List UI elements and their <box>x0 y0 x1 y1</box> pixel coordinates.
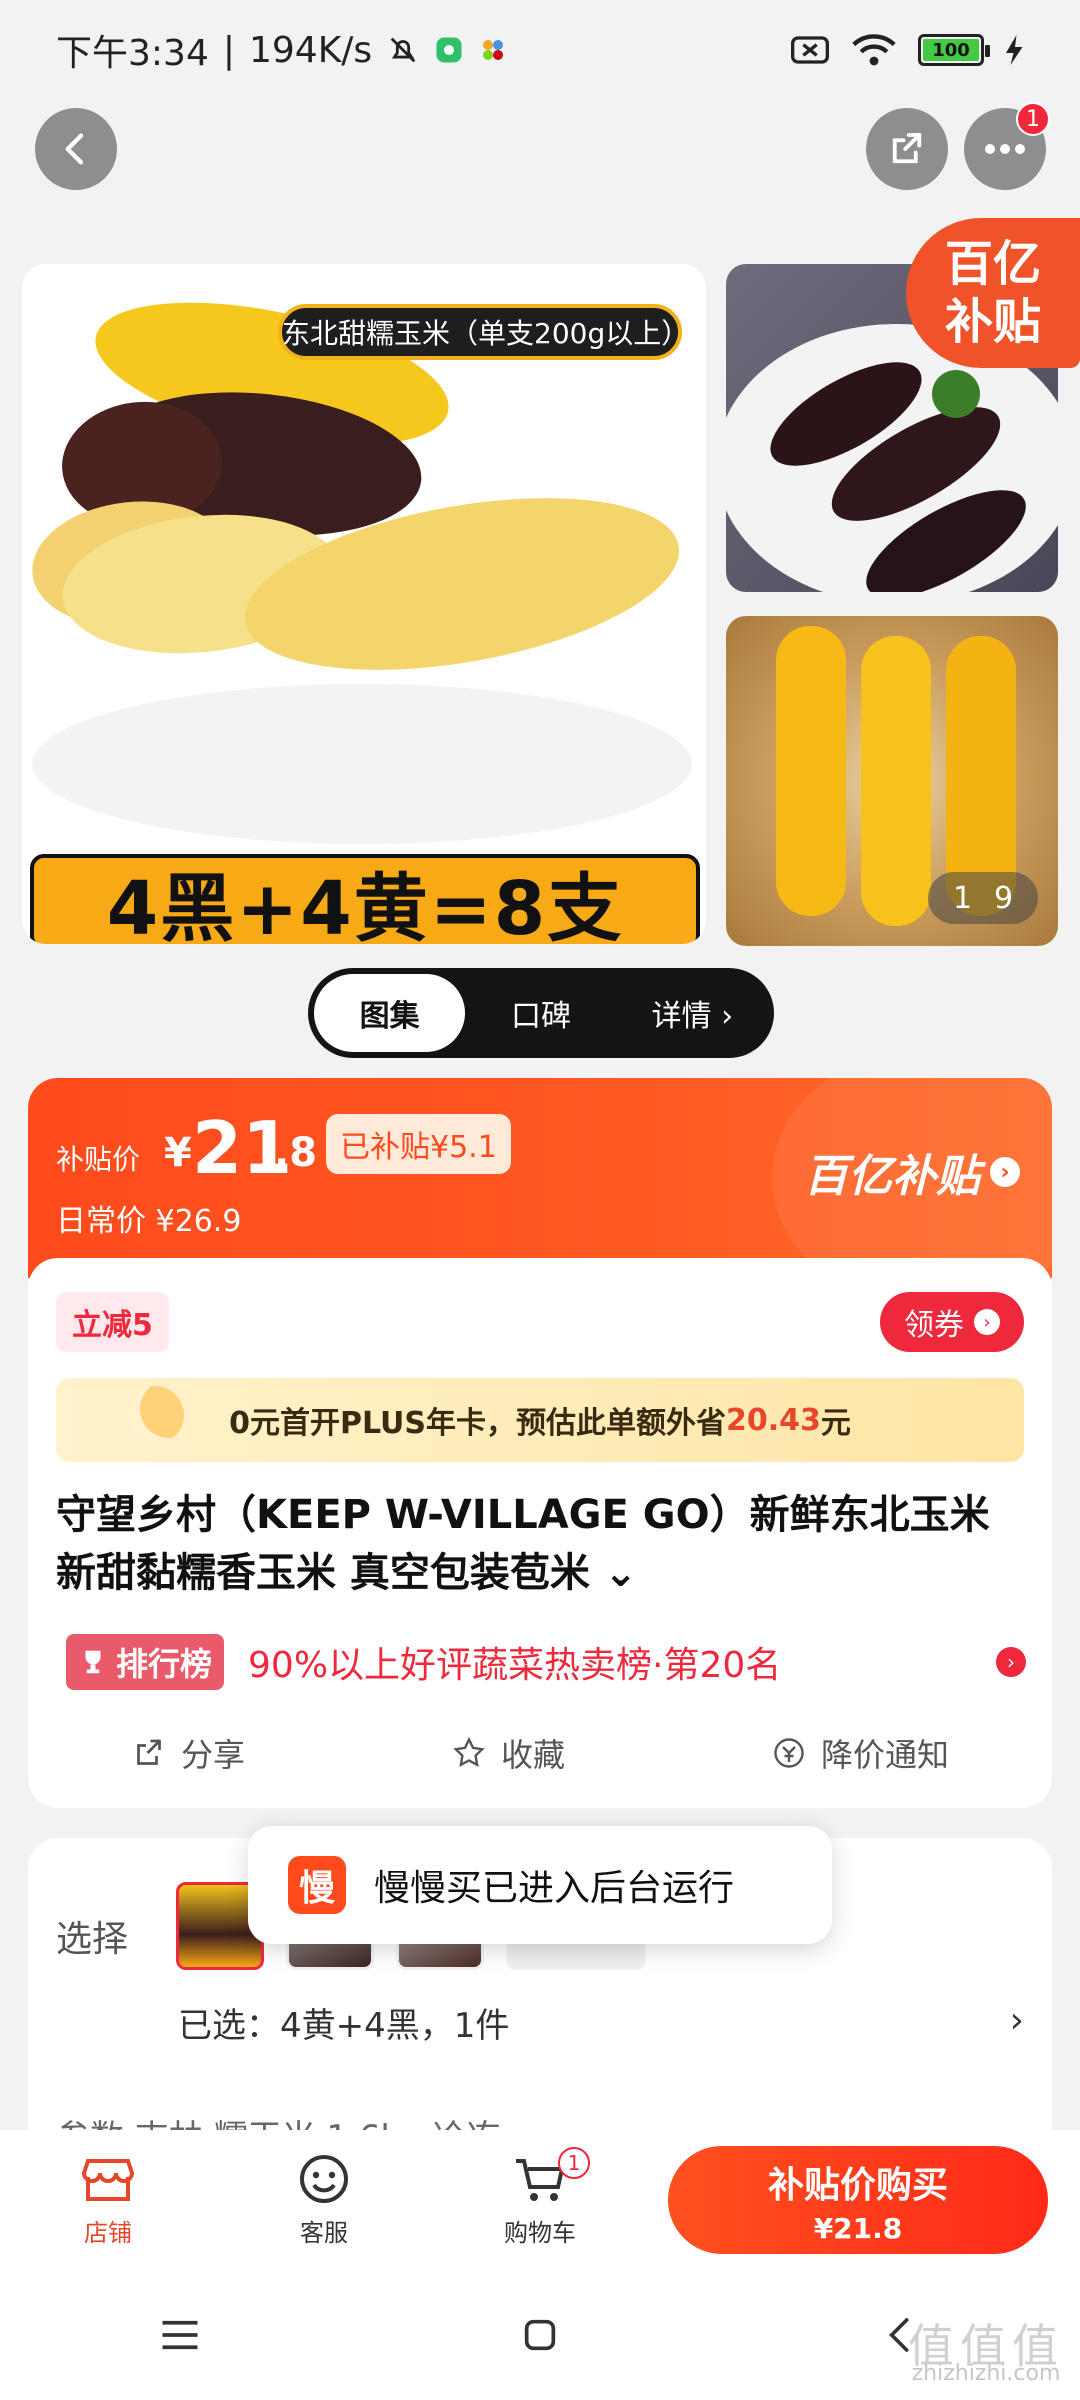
buy-price: ¥21.8 <box>813 2211 903 2245</box>
app-notification-icon <box>434 35 464 65</box>
charging-bolt-icon <box>1006 35 1024 65</box>
plus-banner-prefix: 0元首开PLUS年卡，预估此单额外省 <box>229 1406 726 1441</box>
more-dots-icon <box>985 144 1025 154</box>
no-sim-icon <box>790 34 830 66</box>
menu-icon <box>162 2320 198 2350</box>
price-currency: ¥ <box>164 1130 192 1176</box>
toast-text: 慢慢买已进入后台运行 <box>374 1868 735 1909</box>
price-decimal: .8 <box>274 1130 318 1176</box>
cart-label: 购物车 <box>504 2218 576 2247</box>
image-size-tag: 东北甜糯玉米（单支200g以上） <box>278 304 689 360</box>
store-icon <box>81 2158 135 2201</box>
watermark: 值值值 zhizhizhi.com <box>908 2319 1064 2388</box>
status-time: 下午3:34 <box>56 33 209 74</box>
favorite-action[interactable]: 收藏 <box>451 1730 565 1776</box>
chevron-right-icon: › <box>990 1157 1020 1187</box>
daily-price: 日常价 ¥26.9 <box>56 1204 242 1239</box>
star-icon <box>453 1736 485 1768</box>
customer-service-button[interactable]: 客服 <box>216 2153 432 2248</box>
corner-badge-line1: 百亿 <box>944 236 1041 292</box>
favorite-label: 收藏 <box>500 1736 565 1774</box>
status-divider: | <box>222 29 235 71</box>
main-product-image[interactable]: 东北甜糯玉米（单支200g以上） 4黑+4黄=8支 <box>22 264 706 944</box>
product-title[interactable]: 守望乡村（KEEP W-VILLAGE GO）新鲜东北玉米 新甜黏糯香玉米 真空… <box>56 1486 1024 1602</box>
ranking-text: 90%以上好评蔬菜热卖榜·第20名 <box>248 1645 782 1686</box>
store-button[interactable]: 店铺 <box>0 2153 216 2248</box>
battery-icon: 100 <box>918 34 990 66</box>
ranking-badge: 排行榜 <box>66 1634 225 1690</box>
cart-button[interactable]: 1 购物车 <box>432 2146 648 2248</box>
chevron-left-icon <box>65 133 84 165</box>
tab-gallery[interactable]: 图集 <box>314 974 466 1052</box>
product-gallery[interactable]: 东北甜糯玉米（单支200g以上） 4黑+4黄=8支 1 9 百亿 补贴 <box>0 218 1080 950</box>
price-alert-label: 降价通知 <box>820 1736 949 1774</box>
gallery-tabs: 图集 口碑 详情 › <box>308 968 774 1058</box>
price-card: 补贴价 ¥ 21 .8 已补贴¥5.1 日常价 ¥26.9 百亿补贴 › <box>28 1078 1052 1278</box>
price-alert-action[interactable]: 降价通知 <box>771 1730 949 1776</box>
tab-reviews[interactable]: 口碑 <box>465 974 616 1052</box>
buy-button[interactable]: 补贴价购买 ¥21.8 <box>668 2146 1048 2254</box>
bottom-action-bar: 店铺 客服 1 购物车 补贴价购买 ¥21.8 <box>0 2130 1080 2270</box>
corner-badge-line2: 补贴 <box>944 294 1041 350</box>
background-run-toast: 慢 慢慢买已进入后台运行 <box>248 1826 832 1944</box>
action-row: 分享 收藏 降价通知 <box>28 1718 1052 1788</box>
wifi-icon <box>852 33 896 67</box>
plus-banner-amount: 20.43 <box>725 1402 821 1438</box>
chevron-right-icon[interactable]: › <box>1010 2000 1024 2041</box>
get-coupon-button[interactable]: 领券 › <box>880 1292 1024 1352</box>
cart-badge: 1 <box>558 2146 590 2179</box>
watermark-url: zhizhizhi.com <box>911 2361 1061 2386</box>
back-button[interactable] <box>35 108 117 190</box>
coupon-label: 领券 <box>904 1308 964 1343</box>
mute-bell-icon <box>386 33 420 67</box>
subsidy-brand-link[interactable]: 百亿补贴 › <box>804 1140 1020 1204</box>
watermark-logo: 值值值 <box>908 2319 1064 2373</box>
ranking-badge-label: 排行榜 <box>116 1645 213 1683</box>
price-drop-icon <box>774 1738 804 1768</box>
selected-variant: 已选：4黄+4黑，1件 <box>178 2006 510 2046</box>
service-label: 客服 <box>300 2218 348 2247</box>
moon-icon <box>126 1386 184 1444</box>
service-face-icon <box>300 2154 348 2203</box>
trophy-icon <box>85 1650 101 1674</box>
share-icon <box>892 133 922 164</box>
status-bar: 下午3:34 | 194K/s 100 <box>0 0 1080 100</box>
ranking-row[interactable]: 排行榜 90%以上好评蔬菜热卖榜·第20名 › <box>66 1632 1026 1692</box>
subsidy-brand-label: 百亿补贴 <box>804 1151 980 1202</box>
counter-total: 9 <box>993 880 1014 916</box>
more-badge: 1 <box>1016 102 1050 136</box>
image-combo-banner: 4黑+4黄=8支 <box>30 854 700 944</box>
share-icon <box>137 1739 161 1765</box>
discount-tag: 立减5 <box>56 1292 169 1352</box>
side-image-yellow-corn[interactable]: 1 9 <box>726 616 1058 946</box>
status-right: 100 <box>790 33 1024 67</box>
product-info-card: 立减5 领券 › 0元首开PLUS年卡，预估此单额外省 20.43 元 守望乡村… <box>28 1258 1052 1808</box>
pinwheel-icon <box>478 35 508 65</box>
store-label: 店铺 <box>84 2218 132 2247</box>
home-square-icon <box>524 2319 556 2351</box>
battery-level: 100 <box>923 39 979 61</box>
plus-membership-banner[interactable]: 0元首开PLUS年卡，预估此单额外省 20.43 元 <box>56 1378 1024 1462</box>
counter-current: 1 <box>952 880 973 916</box>
choose-label: 选择 <box>56 1919 129 1960</box>
share-action[interactable]: 分享 <box>131 1730 245 1776</box>
recent-apps-button[interactable] <box>140 2295 220 2375</box>
share-label: 分享 <box>180 1736 245 1774</box>
home-button[interactable] <box>500 2295 580 2375</box>
subsidy-corner-badge: 百亿 补贴 <box>906 218 1080 368</box>
status-net-speed: 194K/s <box>248 29 373 71</box>
image-counter: 1 9 <box>928 872 1038 924</box>
subsidy-amount-pill: 已补贴¥5.1 <box>326 1114 511 1174</box>
chevron-right-icon: › <box>974 1309 1000 1335</box>
corn-illustration <box>32 302 692 844</box>
status-left: 下午3:34 | 194K/s <box>56 24 790 76</box>
more-button[interactable]: 1 <box>964 102 1050 190</box>
app-logo-icon: 慢 <box>288 1856 346 1914</box>
plus-banner-suffix: 元 <box>820 1406 851 1441</box>
chevron-right-icon: › <box>996 1647 1026 1677</box>
share-button[interactable] <box>866 108 948 190</box>
buy-label: 补贴价购买 <box>767 2164 948 2206</box>
tab-details[interactable]: 详情 › <box>617 974 768 1052</box>
subsidy-price-label: 补贴价 <box>56 1143 141 1176</box>
